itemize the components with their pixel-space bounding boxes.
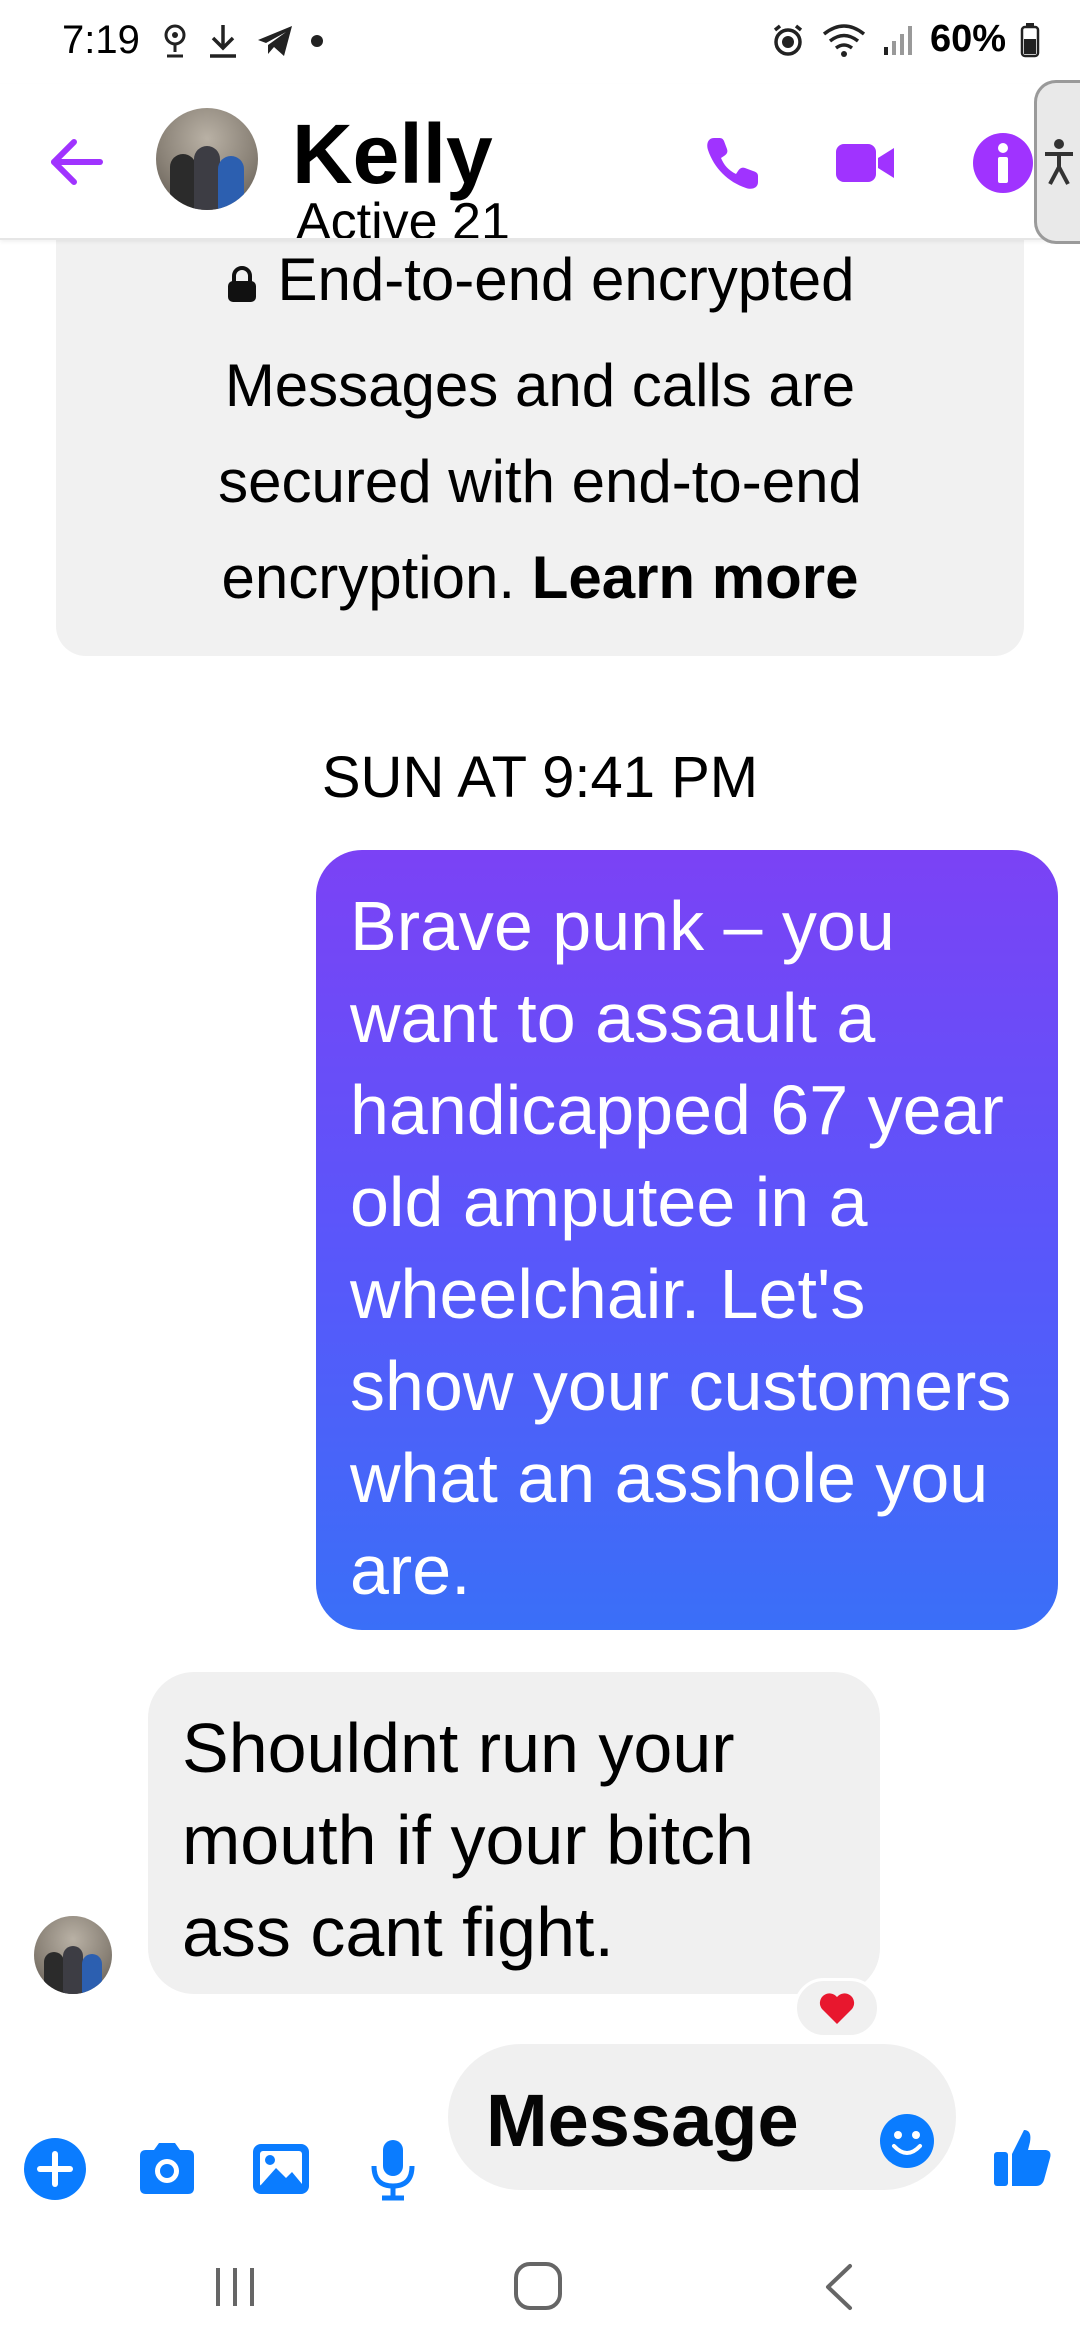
encryption-title-row: End-to-end encrypted bbox=[56, 244, 1024, 316]
lock-icon bbox=[228, 266, 257, 303]
emoji-icon[interactable] bbox=[878, 2112, 936, 2170]
sender-avatar[interactable] bbox=[34, 1916, 112, 1994]
accessibility-icon bbox=[1044, 139, 1073, 185]
plus-icon[interactable] bbox=[22, 2136, 88, 2202]
outgoing-message-bubble[interactable]: Brave punk – you want to assault a handi… bbox=[316, 850, 1058, 1630]
status-notification-icons bbox=[160, 22, 324, 60]
status-system-icons: 60% bbox=[770, 18, 1040, 61]
camera-icon[interactable] bbox=[134, 2136, 200, 2202]
location-pin-icon bbox=[164, 24, 186, 58]
system-navigation-bar bbox=[0, 2220, 1080, 2340]
encryption-notice-card: End-to-end encrypted Messages and calls … bbox=[56, 200, 1024, 656]
encryption-title: End-to-end encrypted bbox=[277, 246, 855, 313]
signal-icon bbox=[883, 25, 912, 55]
home-icon[interactable] bbox=[512, 2260, 564, 2312]
status-bar: 7:19 60% bbox=[0, 0, 1080, 84]
heart-icon bbox=[819, 1993, 855, 2024]
telegram-icon bbox=[258, 26, 292, 56]
battery-percent: 60% bbox=[929, 18, 1006, 60]
more-notifications-dot-icon bbox=[311, 35, 323, 47]
accessibility-tab[interactable] bbox=[1034, 80, 1080, 244]
message-reaction[interactable] bbox=[794, 1978, 880, 2038]
status-time: 7:19 bbox=[62, 18, 140, 62]
learn-more-link[interactable]: Learn more bbox=[532, 544, 859, 611]
encryption-body: Messages and calls are secured with end-… bbox=[116, 338, 964, 626]
gallery-icon[interactable] bbox=[248, 2136, 314, 2202]
message-timestamp: SUN AT 9:41 PM bbox=[321, 745, 759, 810]
back-arrow-icon[interactable] bbox=[44, 130, 108, 194]
download-icon bbox=[210, 25, 236, 58]
recent-apps-icon[interactable] bbox=[210, 2264, 260, 2310]
message-placeholder: Message bbox=[486, 2079, 799, 2162]
info-icon[interactable] bbox=[970, 130, 1036, 196]
contact-name[interactable]: Kelly bbox=[292, 112, 493, 196]
battery-icon bbox=[1020, 22, 1040, 57]
back-nav-icon[interactable] bbox=[820, 2262, 860, 2312]
alarm-icon bbox=[773, 24, 803, 56]
phone-call-icon[interactable] bbox=[700, 130, 766, 196]
thumbs-up-icon[interactable] bbox=[990, 2124, 1056, 2190]
incoming-message-bubble[interactable]: Shouldnt run your mouth if your bitch as… bbox=[148, 1672, 880, 1994]
message-input[interactable]: Message bbox=[448, 2044, 956, 2190]
microphone-icon[interactable] bbox=[360, 2136, 426, 2202]
video-call-icon[interactable] bbox=[832, 130, 898, 196]
wifi-icon bbox=[822, 23, 866, 57]
chat-header: Kelly Active 21 bbox=[0, 84, 1080, 240]
contact-avatar[interactable] bbox=[156, 108, 258, 210]
contact-active-status: Active 21 bbox=[296, 193, 510, 240]
